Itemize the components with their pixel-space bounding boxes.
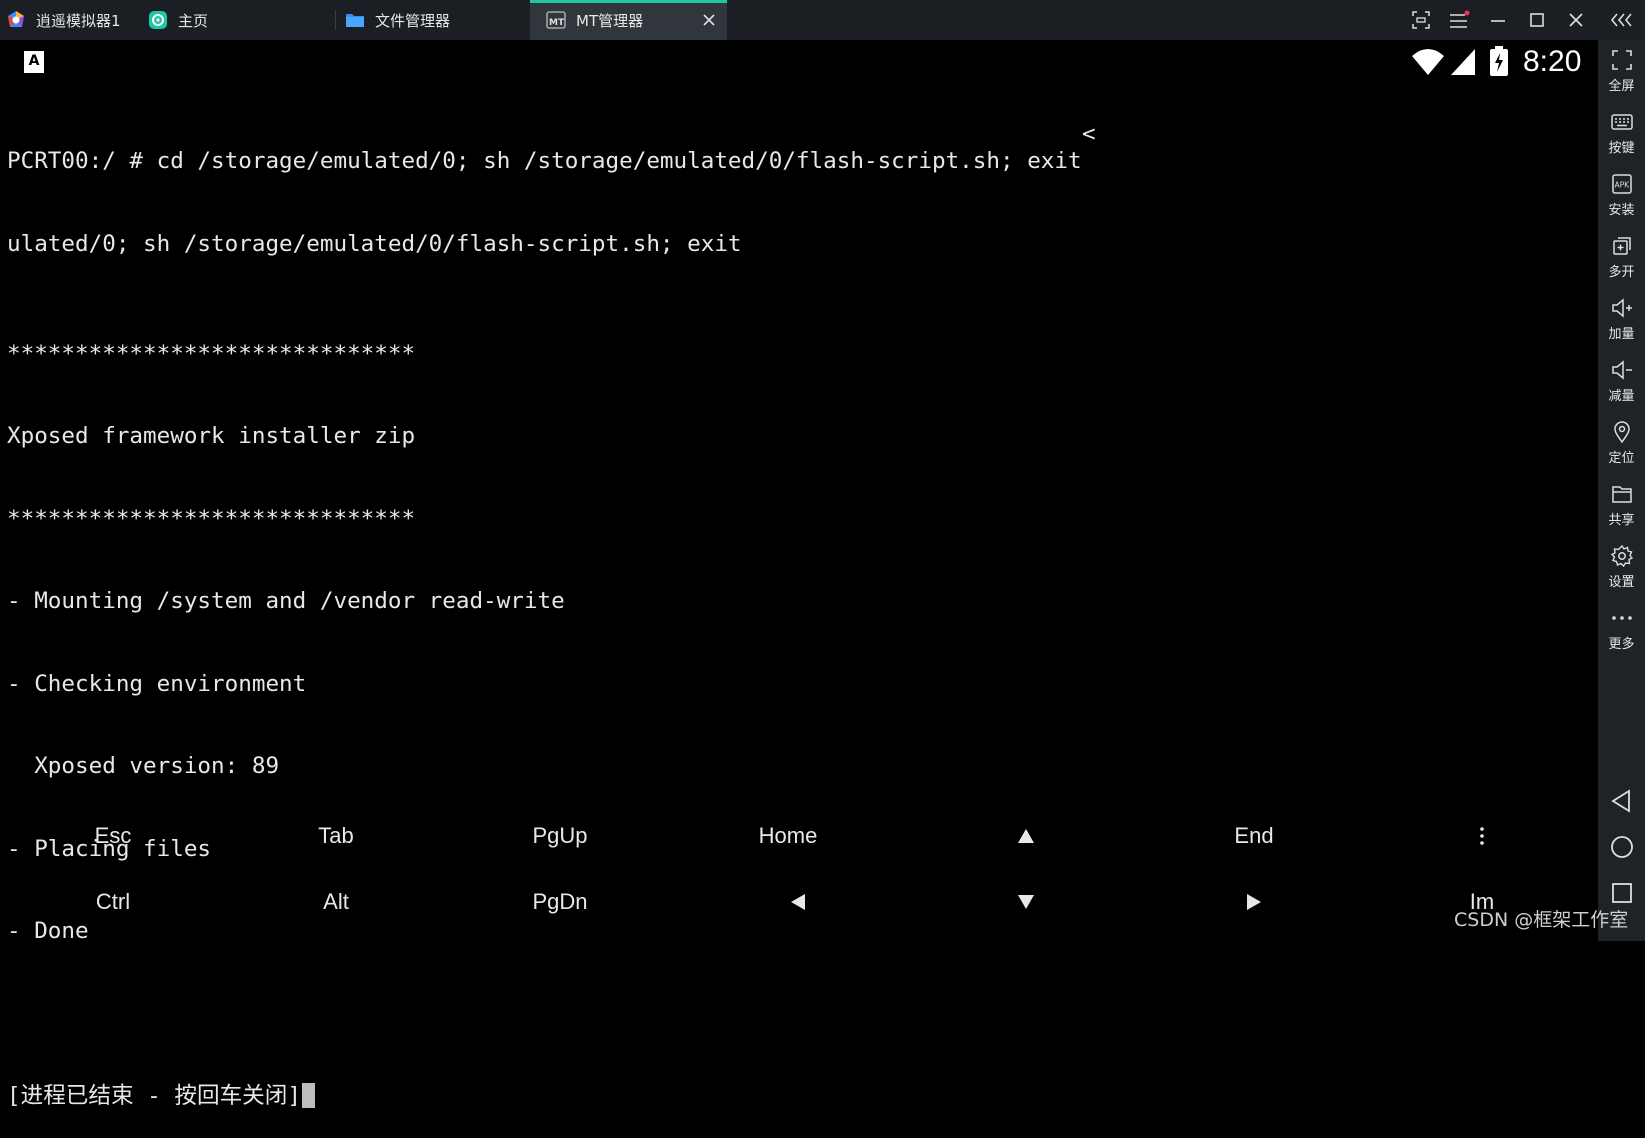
sidebar-item-label: 全屏	[1608, 79, 1635, 94]
collapse-sidebar-icon[interactable]	[1608, 6, 1636, 34]
sidebar-item-fullscreen[interactable]: 全屏	[1598, 42, 1645, 102]
extra-keys-bar: Esc Tab PgUp Home End Ctrl Alt PgDn Im	[0, 806, 1598, 941]
tab-file-manager[interactable]: 文件管理器	[345, 0, 525, 40]
sidebar-item-more[interactable]: 更多	[1598, 600, 1645, 660]
mt-manager-icon: MT	[546, 10, 566, 30]
process-ended-text: [进程已结束 - 按回车关闭]	[7, 1083, 301, 1109]
sidebar-item-label: 按键	[1608, 141, 1635, 156]
pgup-key[interactable]: PgUp	[450, 808, 670, 864]
terminal-line: PCRT00:/ # cd /storage/emulated/0; sh /s…	[7, 148, 1082, 174]
home-nav-icon[interactable]	[1609, 834, 1635, 860]
sidebar-item-location[interactable]: 定位	[1598, 414, 1645, 474]
cell-signal-icon	[1451, 49, 1475, 75]
menu-icon[interactable]	[1445, 6, 1473, 34]
emulator-app-tab[interactable]: 逍遥模拟器1	[6, 0, 131, 40]
sidebar-item-label: 共享	[1608, 513, 1635, 528]
up-arrow-key[interactable]	[916, 808, 1136, 864]
location-icon	[1613, 421, 1630, 444]
right-arrow-key[interactable]	[1144, 874, 1364, 930]
sidebar-item-label: 更多	[1608, 637, 1635, 652]
terminal-line: Xposed framework installer zip	[7, 423, 416, 449]
terminal-line: ******************************	[7, 340, 416, 367]
tab-home[interactable]: 主页	[148, 0, 328, 40]
wifi-icon	[1412, 49, 1444, 75]
up-arrow-icon	[1018, 829, 1034, 843]
emulator-sidebar: 全屏 按键 APK 安装 多开 加量 减量 定位 共享 设置 更多	[1598, 40, 1645, 941]
sidebar-item-label: 减量	[1608, 389, 1635, 404]
terminal-line-process-ended: [进程已结束 - 按回车关闭]	[7, 1083, 1592, 1111]
battery-charging-icon	[1490, 46, 1508, 76]
sidebar-item-label: 安装	[1608, 203, 1635, 218]
sidebar-item-label: 多开	[1608, 265, 1635, 280]
tab-home-label: 主页	[178, 11, 209, 30]
home-app-icon	[148, 10, 168, 30]
terminal-line: - Checking environment	[7, 670, 307, 697]
status-clock: 8:20	[1523, 45, 1582, 78]
keyboard-indicator-icon: A	[24, 51, 44, 73]
tab-mt-manager-label: MT管理器	[576, 11, 644, 30]
terminal-line: Xposed version: 89	[7, 753, 280, 779]
pgdn-key[interactable]: PgDn	[450, 874, 670, 930]
end-key[interactable]: End	[1144, 808, 1364, 864]
terminal-line: - Mounting /system and /vendor read-writ…	[7, 588, 565, 614]
sidebar-item-install[interactable]: APK 安装	[1598, 166, 1645, 226]
tab-key[interactable]: Tab	[226, 808, 446, 864]
minimize-icon[interactable]	[1484, 6, 1512, 34]
emulator-titlebar: 逍遥模拟器1 主页 文件管理器 MT MT管理器	[0, 0, 1645, 40]
apk-icon: APK	[1611, 174, 1632, 194]
emulator-logo-icon	[6, 10, 26, 30]
fullscreen-icon	[1611, 50, 1632, 70]
home-key[interactable]: Home	[678, 808, 898, 864]
sidebar-item-multi-instance[interactable]: 多开	[1598, 228, 1645, 288]
volume-up-icon	[1611, 298, 1632, 318]
android-status-bar: A 8:20	[0, 40, 1598, 88]
keyboard-icon	[1610, 114, 1633, 130]
more-horizontal-icon	[1611, 616, 1632, 620]
close-window-icon[interactable]	[1562, 6, 1590, 34]
back-nav-icon[interactable]	[1609, 788, 1635, 814]
sidebar-item-settings[interactable]: 设置	[1598, 538, 1645, 598]
tab-separator	[335, 10, 336, 30]
terminal-line: ******************************	[7, 505, 416, 532]
svg-text:MT: MT	[549, 18, 565, 28]
maximize-icon[interactable]	[1523, 6, 1551, 34]
screenshot-icon[interactable]	[1407, 6, 1435, 34]
close-tab-icon[interactable]	[699, 10, 719, 30]
sidebar-item-volume-down[interactable]: 减量	[1598, 352, 1645, 412]
more-options-key[interactable]	[1372, 808, 1592, 864]
recents-nav-icon[interactable]	[1609, 880, 1635, 906]
emulator-app-name: 逍遥模拟器1	[36, 11, 121, 30]
alt-key[interactable]: Alt	[226, 874, 446, 930]
terminal-cursor	[301, 1083, 315, 1108]
sidebar-item-label: 加量	[1608, 327, 1635, 342]
wrap-marker: <	[1082, 120, 1096, 147]
sidebar-item-keymap[interactable]: 按键	[1598, 104, 1645, 164]
left-arrow-icon	[791, 894, 805, 910]
multi-instance-icon	[1612, 237, 1631, 255]
esc-key[interactable]: Esc	[3, 808, 223, 864]
terminal-line: ulated/0; sh /storage/emulated/0/flash-s…	[7, 230, 742, 257]
down-arrow-key[interactable]	[916, 874, 1136, 930]
left-arrow-key[interactable]	[688, 874, 908, 930]
folder-share-icon	[1611, 486, 1632, 503]
right-arrow-icon	[1247, 894, 1261, 910]
sidebar-item-label: 设置	[1608, 575, 1635, 590]
ctrl-key[interactable]: Ctrl	[3, 874, 223, 930]
more-vertical-icon	[1480, 827, 1484, 845]
svg-text:APK: APK	[1614, 181, 1630, 190]
sidebar-item-volume-up[interactable]: 加量	[1598, 290, 1645, 350]
volume-down-icon	[1611, 360, 1632, 380]
gear-icon	[1610, 544, 1633, 568]
tab-file-manager-label: 文件管理器	[375, 11, 451, 30]
tab-mt-manager[interactable]: MT MT管理器	[530, 0, 727, 40]
sidebar-item-share[interactable]: 共享	[1598, 476, 1645, 536]
terminal-output[interactable]: PCRT00:/ # cd /storage/emulated/0; sh /s…	[7, 93, 1592, 1110]
folder-icon	[345, 10, 365, 30]
sidebar-item-label: 定位	[1608, 451, 1635, 466]
down-arrow-icon	[1018, 895, 1034, 909]
watermark-text: CSDN @框架工作室	[1454, 909, 1629, 931]
